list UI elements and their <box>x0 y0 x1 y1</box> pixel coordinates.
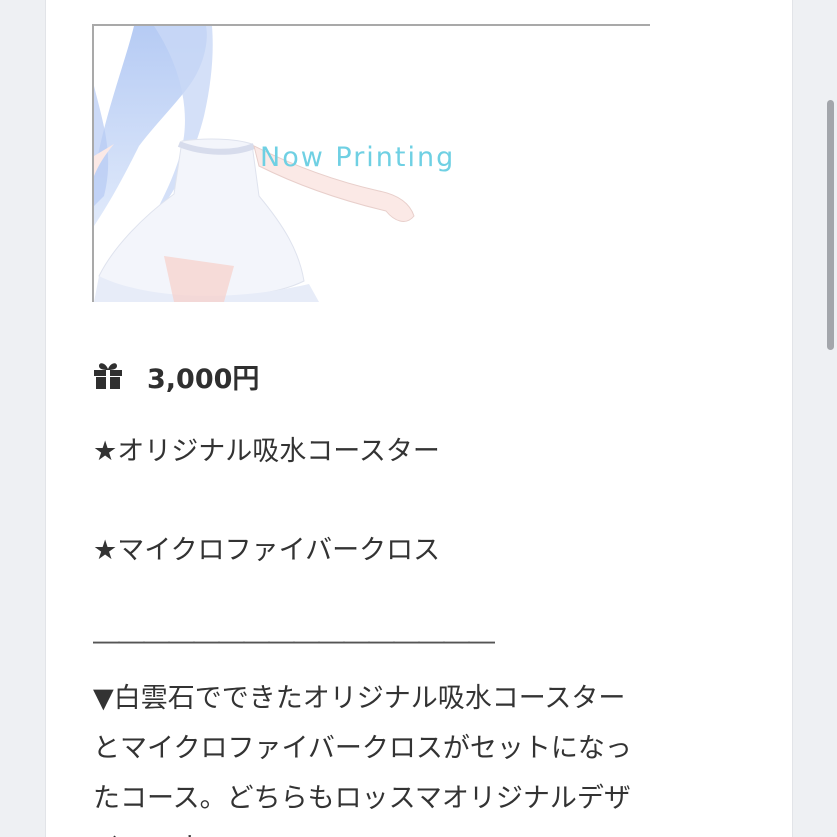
description-line-3: たコース。どちらもロッスマオリジナルデザ <box>93 783 631 814</box>
feature-line-1: ★オリジナル吸水コースター <box>93 436 440 467</box>
price-row: 3,000円 <box>93 356 259 396</box>
product-card: Now Printing 3,000円 ★オリジナル吸水コースター ★マイクロフ… <box>45 0 793 837</box>
price: 3,000円 <box>147 363 260 395</box>
feature-line-2: ★マイクロファイバークロス <box>93 535 441 566</box>
now-printing-caption: Now Printing <box>260 142 456 173</box>
separator-line: ―――――――――――――――― <box>93 626 495 657</box>
product-image[interactable]: Now Printing <box>92 24 650 302</box>
page: Now Printing 3,000円 ★オリジナル吸水コースター ★マイクロフ… <box>0 0 837 837</box>
scrollbar[interactable] <box>823 0 837 837</box>
description-line-2: とマイクロファイバークロスがセットになっ <box>93 733 632 764</box>
description-line-1: ▼白雲石でできたオリジナル吸水コースター <box>93 683 626 714</box>
description-line-4: インです。 <box>93 826 225 837</box>
scrollbar-thumb[interactable] <box>827 100 834 350</box>
gift-icon <box>93 362 123 390</box>
